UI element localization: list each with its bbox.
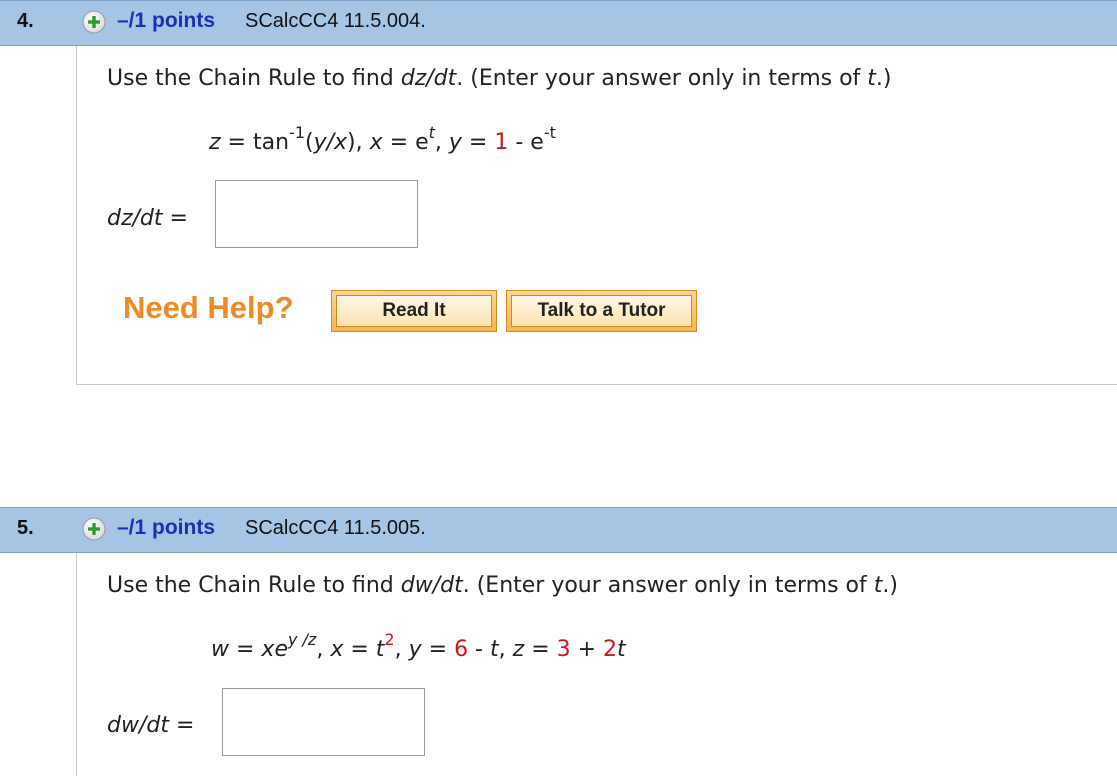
talk-to-tutor-label: Talk to a Tutor [511, 295, 692, 327]
question-5-header: 5. –/1 points SCalcCC4 11.5.005. [0, 507, 1117, 553]
given-equations: z = tan-1(y/x), x = et, y = 1 - e-t [209, 122, 556, 155]
question-4-header: 4. –/1 points SCalcCC4 11.5.004. [0, 0, 1117, 46]
question-4-body: Use the Chain Rule to find dz/dt. (Enter… [76, 46, 1117, 385]
question-number: 5. [17, 517, 34, 539]
expand-plus-icon[interactable] [82, 517, 106, 541]
answer-label: dz/dt = [107, 206, 188, 231]
read-it-label: Read It [336, 295, 492, 327]
talk-to-tutor-button[interactable]: Talk to a Tutor [506, 290, 697, 332]
question-prompt: Use the Chain Rule to find dz/dt. (Enter… [107, 66, 892, 91]
points-label: –/1 points [117, 516, 216, 539]
points-label: –/1 points [117, 9, 216, 32]
read-it-button[interactable]: Read It [331, 290, 497, 332]
answer-input-dzdt[interactable] [215, 180, 418, 248]
expand-plus-icon[interactable] [82, 10, 106, 34]
question-prompt: Use the Chain Rule to find dw/dt. (Enter… [107, 573, 898, 598]
problem-source: SCalcCC4 11.5.005. [245, 517, 426, 539]
need-help-label: Need Help? [123, 290, 294, 325]
problem-source: SCalcCC4 11.5.004. [245, 10, 426, 32]
given-equations: w = xey /z, x = t2, y = 6 - t, z = 3 + 2… [211, 629, 626, 662]
answer-input-dwdt[interactable] [222, 688, 425, 756]
question-5-body: Use the Chain Rule to find dw/dt. (Enter… [76, 553, 1117, 776]
answer-label: dw/dt = [107, 713, 195, 738]
question-number: 4. [17, 10, 34, 32]
